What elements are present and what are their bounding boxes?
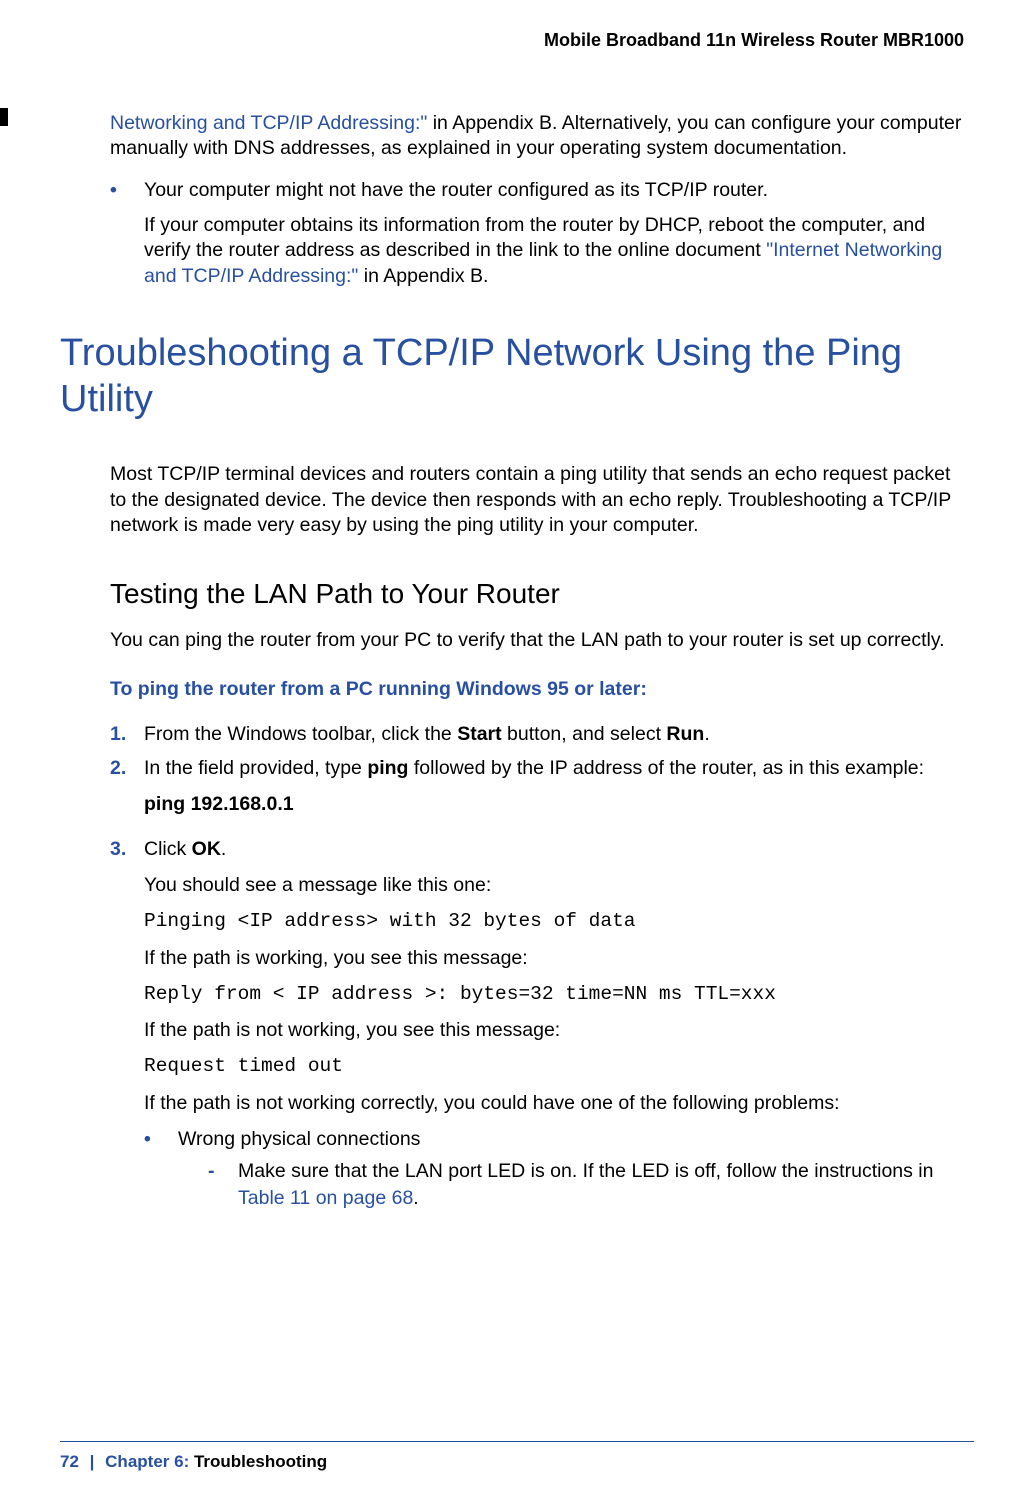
bullet-item: Your computer might not have the router …: [144, 178, 964, 289]
step-1: From the Windows toolbar, click the Star…: [144, 721, 964, 747]
bullet-icon: •: [144, 1126, 178, 1211]
text: .: [221, 838, 226, 860]
ui-run: Run: [666, 723, 704, 745]
step-2: In the field provided, type ping followe…: [144, 755, 964, 828]
text: If the path is not working, you see this…: [144, 1017, 964, 1043]
text: Click: [144, 838, 192, 860]
heading-1: Troubleshooting a TCP/IP Network Using t…: [60, 331, 964, 422]
link-networking-tcpip-1[interactable]: Networking and TCP/IP Addressing:": [110, 112, 427, 134]
ping-example: ping 192.168.0.1: [144, 791, 964, 817]
text: From the Windows toolbar, click the: [144, 723, 457, 745]
ui-start: Start: [457, 723, 501, 745]
task-heading: To ping the router from a PC running Win…: [110, 678, 964, 701]
paragraph: You can ping the router from your PC to …: [110, 628, 964, 653]
change-bar-marker: [0, 108, 8, 126]
code-output: Reply from < IP address >: bytes=32 time…: [144, 981, 964, 1007]
footer: 72 | Chapter 6: Troubleshooting: [60, 1452, 327, 1472]
continuation-paragraph: Networking and TCP/IP Addressing:" in Ap…: [110, 111, 964, 162]
text: If the path is not working correctly, yo…: [144, 1090, 964, 1116]
intro-paragraph: Most TCP/IP terminal devices and routers…: [110, 462, 964, 538]
page-number: 72: [60, 1452, 79, 1471]
heading-2: Testing the LAN Path to Your Router: [110, 578, 964, 610]
footer-separator: |: [90, 1452, 95, 1471]
chapter-title: Troubleshooting: [194, 1452, 327, 1471]
text: In the field provided, type: [144, 757, 367, 779]
sub-item: Wrong physical connections - Make sure t…: [178, 1126, 964, 1211]
ui-ok: OK: [192, 838, 221, 860]
text: in Appendix B.: [358, 265, 488, 287]
text: Make sure that the LAN port LED is on. I…: [238, 1160, 933, 1182]
code-output: Request timed out: [144, 1053, 964, 1079]
chapter-label: Chapter 6:: [105, 1452, 189, 1471]
text: Your computer might not have the router …: [144, 178, 964, 203]
link-table-11[interactable]: Table 11 on page 68: [238, 1187, 413, 1209]
cmd-ping: ping: [367, 757, 408, 779]
text: If the path is working, you see this mes…: [144, 945, 964, 971]
sub-sub-item: Make sure that the LAN port LED is on. I…: [238, 1158, 964, 1211]
dash-icon: -: [208, 1158, 238, 1211]
footer-rule: [60, 1441, 974, 1442]
step-number: 3.: [110, 836, 144, 1217]
step-number: 1.: [110, 721, 144, 747]
bullet-icon: •: [110, 178, 144, 289]
text: button, and select: [502, 723, 667, 745]
running-header: Mobile Broadband 11n Wireless Router MBR…: [60, 30, 974, 51]
step-number: 2.: [110, 755, 144, 828]
step-3: Click OK. You should see a message like …: [144, 836, 964, 1217]
text: .: [704, 723, 709, 745]
text: Wrong physical connections: [178, 1128, 420, 1150]
text: You should see a message like this one:: [144, 872, 964, 898]
text: followed by the IP address of the router…: [408, 757, 924, 779]
code-output: Pinging <IP address> with 32 bytes of da…: [144, 908, 964, 934]
text: .: [413, 1187, 418, 1209]
